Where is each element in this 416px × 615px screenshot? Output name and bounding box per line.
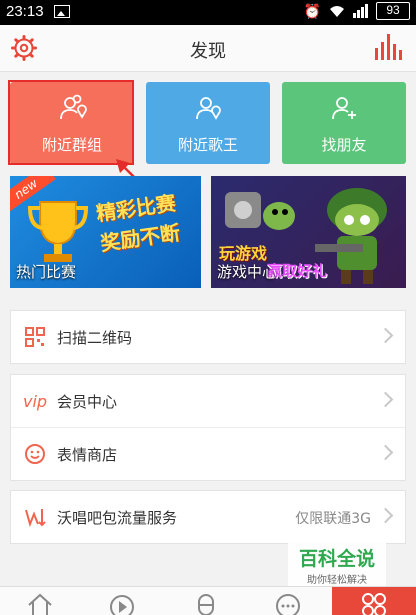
menu-group-traffic: 沃唱吧包流量服务 仅限联通3G bbox=[10, 490, 406, 544]
qr-code-icon bbox=[23, 325, 47, 349]
menu-item-scan-qr[interactable]: 扫描二维码 bbox=[11, 311, 405, 363]
signal-icon bbox=[353, 4, 368, 18]
banner-caption: 热门比赛 bbox=[16, 263, 77, 281]
menu-item-label: 表情商店 bbox=[57, 446, 118, 464]
watermark-title: 百科全说 bbox=[298, 548, 375, 570]
app-header: 发现 bbox=[0, 25, 416, 72]
menu-item-vip-center[interactable]: vip 会员中心 bbox=[11, 375, 405, 427]
menu-item-label: 会员中心 bbox=[57, 393, 118, 411]
watermark-subtitle: 助你轻松解决 bbox=[307, 575, 367, 586]
tile-label: 找朋友 bbox=[321, 136, 367, 154]
tile-nearby-singers[interactable]: 附近歌王 bbox=[146, 82, 270, 164]
chevron-right-icon bbox=[377, 327, 394, 344]
status-time: 23:13 bbox=[6, 3, 44, 20]
play-icon[interactable] bbox=[108, 593, 136, 615]
banner-game-center[interactable]: 玩游戏 赢取好礼 游戏中心 bbox=[211, 176, 406, 288]
battery-indicator: 93 bbox=[376, 2, 410, 20]
menu-group-scan: 扫描二维码 bbox=[10, 310, 406, 364]
tile-label: 附近歌王 bbox=[177, 136, 238, 154]
smiley-icon bbox=[23, 442, 47, 466]
banner-hot-contest[interactable]: new 精彩比赛 奖励不断 热门比赛 bbox=[10, 176, 201, 288]
menu-item-label: 沃唱吧包流量服务 bbox=[57, 509, 178, 527]
menu-item-value: 仅限联通3G bbox=[295, 511, 371, 527]
chevron-right-icon bbox=[377, 391, 394, 408]
menu-group-member: vip 会员中心 表情商店 bbox=[10, 374, 406, 481]
add-friend-icon bbox=[332, 97, 356, 120]
singer-location-icon bbox=[196, 97, 221, 120]
chevron-right-icon bbox=[377, 444, 394, 461]
group-location-icon bbox=[60, 94, 87, 120]
wifi-icon bbox=[330, 6, 344, 17]
image-notification-icon bbox=[54, 5, 70, 18]
status-bar: 23:13 ⏰ 93 bbox=[0, 0, 416, 25]
home-icon[interactable] bbox=[26, 593, 54, 615]
chevron-right-icon bbox=[377, 507, 394, 524]
microphone-icon[interactable] bbox=[192, 593, 220, 615]
music-bars-icon[interactable] bbox=[374, 34, 402, 60]
chat-icon[interactable] bbox=[274, 593, 302, 615]
discover-icon bbox=[362, 593, 386, 615]
alarm-icon: ⏰ bbox=[303, 2, 321, 19]
menu-item-data-service[interactable]: 沃唱吧包流量服务 仅限联通3G bbox=[11, 491, 405, 543]
menu-item-label: 扫描二维码 bbox=[57, 329, 133, 347]
page-title: 发现 bbox=[190, 41, 226, 62]
tab-discover[interactable] bbox=[332, 587, 416, 615]
vip-icon: vip bbox=[22, 391, 48, 411]
tile-find-friends[interactable]: 找朋友 bbox=[282, 82, 406, 164]
trophy-icon bbox=[27, 201, 89, 262]
bottom-navigation bbox=[0, 586, 416, 615]
robot-character-illustration bbox=[225, 192, 295, 230]
tile-nearby-groups[interactable]: 附近群组 bbox=[10, 82, 134, 164]
banner-promo-text: 精彩比赛 奖励不断 bbox=[94, 190, 182, 256]
traffic-icon bbox=[23, 505, 47, 529]
menu-item-sticker-store[interactable]: 表情商店 bbox=[11, 427, 405, 480]
banner-caption: 游戏中心 bbox=[217, 263, 278, 281]
feature-tiles: 附近群组 附近歌王 找朋友 bbox=[10, 82, 406, 164]
tile-label: 附近群组 bbox=[41, 136, 102, 154]
watermark-logo: 百科全说 助你轻松解决 bbox=[288, 542, 386, 588]
